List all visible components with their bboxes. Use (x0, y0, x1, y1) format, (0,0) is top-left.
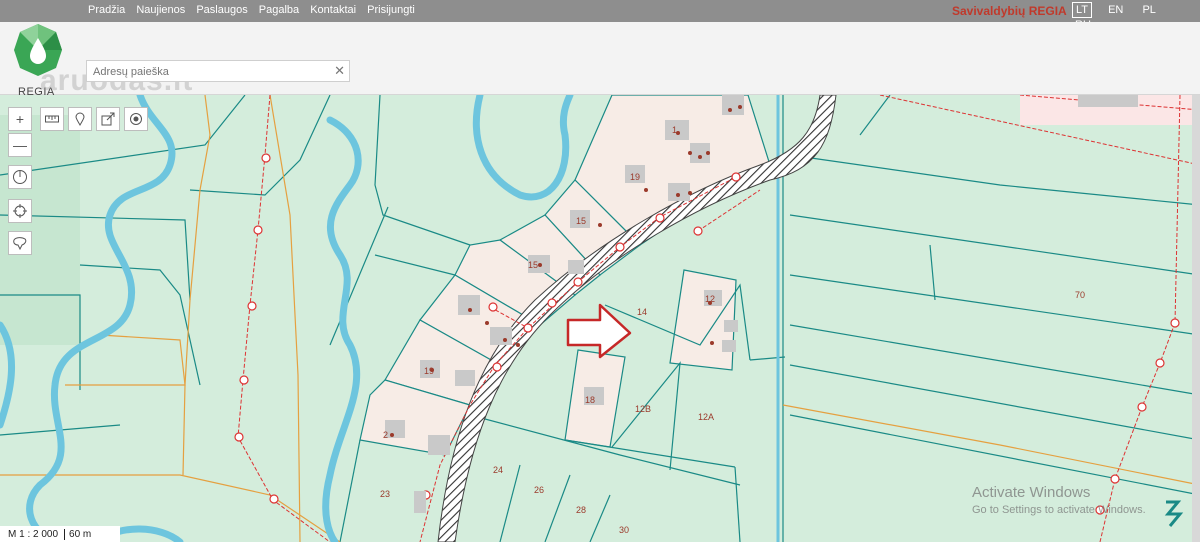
parcel-label: 12B (635, 404, 651, 414)
search-input[interactable] (91, 62, 331, 82)
lasso-icon (13, 237, 27, 250)
header: REGIA aruodas.lt ✕ (0, 22, 1200, 98)
crosshair-icon (13, 204, 27, 218)
compass-needle-icon (13, 170, 27, 184)
ruler-icon (45, 115, 59, 123)
export-tool-button[interactable] (96, 107, 120, 131)
parcel-label: 12 (705, 294, 715, 304)
lang-lt[interactable]: LT (1072, 2, 1093, 18)
parcel-label: 1 (672, 125, 677, 135)
main-nav: Pradžia Naujienos Paslaugos Pagalba Kont… (88, 4, 423, 16)
scale-ratio: M 1 : 2 000 (8, 528, 59, 540)
lang-pl[interactable]: PL (1139, 3, 1158, 17)
scrollbar[interactable] (1192, 95, 1200, 542)
activation-title: Activate Windows (972, 484, 1091, 501)
parcel-label: 23 (380, 489, 390, 499)
parcel-label: 19 (630, 172, 640, 182)
map-canvas[interactable]: 14 12 70 18 12B 12A 24 26 28 30 23 2 19 … (0, 95, 1200, 542)
parcel-label: 12A (698, 412, 714, 422)
nav-item-contacts[interactable]: Kontaktai (310, 4, 356, 16)
marker-tool-button[interactable] (68, 107, 92, 131)
measure-tool-button[interactable] (40, 107, 64, 131)
lang-en[interactable]: EN (1105, 3, 1126, 17)
parcel-label: 24 (493, 465, 503, 475)
parcel-label: 18 (585, 395, 595, 405)
parcel-label: 14 (637, 307, 647, 317)
parcel-label: 30 (619, 525, 629, 535)
nav-item-login[interactable]: Prisijungti (367, 4, 415, 16)
nav-item-services[interactable]: Paslaugos (196, 4, 247, 16)
rotate-tool-button[interactable] (8, 165, 32, 189)
nav-item-news[interactable]: Naujienos (136, 4, 185, 16)
scale-bar: M 1 : 2 000 60 m (0, 526, 120, 542)
parcel-label: 15 (576, 216, 586, 226)
scale-distance: 60 m (64, 528, 91, 540)
share-icon (101, 112, 115, 126)
activation-subtitle: Go to Settings to activate Windows. (972, 504, 1146, 516)
polygon-tool-button[interactable] (8, 231, 32, 255)
zoom-out-button[interactable]: — (8, 133, 32, 157)
target-icon (130, 113, 142, 125)
map-pin-icon (75, 112, 85, 126)
parcel-label: 26 (534, 485, 544, 495)
parcel-label: 70 (1075, 290, 1085, 300)
parcel-label: 19 (424, 366, 434, 376)
windows-activation-notice: Activate Windows Go to Settings to activ… (972, 484, 1146, 516)
locate-tool-button[interactable] (124, 107, 148, 131)
nav-item-help[interactable]: Pagalba (259, 4, 299, 16)
address-search: ✕ (86, 60, 350, 82)
crosshair-tool-button[interactable] (8, 199, 32, 223)
clear-search-icon[interactable]: ✕ (334, 63, 345, 79)
nav-item-home[interactable]: Pradžia (88, 4, 125, 16)
brand-title: Savivaldybių REGIA (952, 4, 1067, 18)
parcel-label: 15 (528, 260, 538, 270)
zoom-in-button[interactable]: + (8, 107, 32, 131)
parcel-label: 28 (576, 505, 586, 515)
top-bar: Pradžia Naujienos Paslaugos Pagalba Kont… (0, 0, 1200, 31)
parcel-label: 2 (383, 430, 388, 440)
